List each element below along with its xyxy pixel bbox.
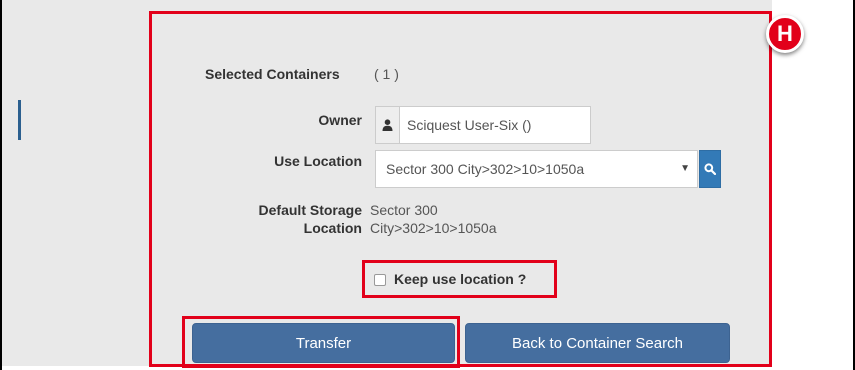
- selected-containers-count: ( 1 ): [374, 66, 399, 82]
- step-badge: H: [766, 15, 804, 53]
- use-location-label: Use Location: [274, 153, 362, 169]
- keep-location-label[interactable]: Keep use location ?: [394, 271, 526, 287]
- left-accent-bar: [18, 100, 21, 140]
- default-storage-value-line1: Sector 300: [370, 202, 438, 218]
- keep-location-checkbox[interactable]: [374, 274, 386, 286]
- location-search-button[interactable]: [699, 150, 721, 188]
- default-storage-value-line2: City>302>10>1050a: [370, 220, 497, 236]
- owner-input[interactable]: Sciquest User-Six (): [399, 106, 591, 144]
- highlight-box-form: [149, 11, 772, 367]
- caret-down-icon: ▼: [680, 163, 690, 174]
- owner-addon: [375, 106, 399, 144]
- use-location-select[interactable]: Sector 300 City>302>10>1050a ▼: [375, 150, 698, 188]
- back-to-container-search-button[interactable]: Back to Container Search: [465, 323, 730, 363]
- user-icon: [382, 119, 393, 131]
- transfer-button[interactable]: Transfer: [192, 323, 455, 363]
- right-margin: [772, 0, 853, 370]
- search-icon: [704, 163, 716, 175]
- default-storage-label-line2: Location: [303, 220, 362, 236]
- default-storage-label-line1: Default Storage: [258, 202, 362, 218]
- selected-containers-label: Selected Containers: [205, 66, 340, 82]
- owner-label: Owner: [318, 112, 362, 128]
- use-location-value: Sector 300 City>302>10>1050a: [386, 161, 585, 177]
